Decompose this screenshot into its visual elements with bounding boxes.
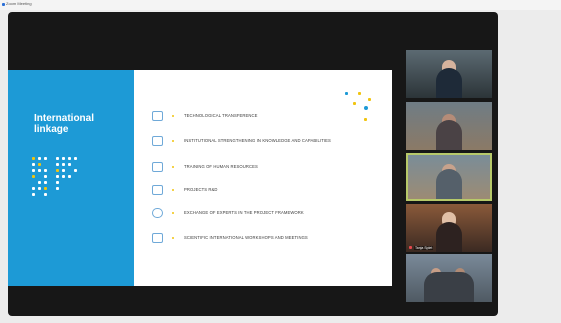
slide-item-label: INSTITUTIONAL STRENGTHENING IN KNOWLEDGE…	[184, 138, 331, 143]
bullet-icon	[172, 140, 174, 142]
chart-icon	[152, 185, 163, 195]
bullet-icon	[172, 212, 174, 214]
decor-dot	[364, 118, 367, 121]
decor-dot	[364, 106, 368, 110]
participant-video[interactable]	[406, 254, 492, 302]
slide-sidebar: International linkage	[8, 70, 134, 286]
slide-item-label: TRAINING OF HUMAN RESOURCES	[184, 164, 258, 169]
globe-icon	[152, 208, 163, 218]
participant-name: Tanja Splet	[414, 246, 434, 250]
zoom-logo-icon	[2, 3, 5, 6]
mic-muted-icon	[409, 246, 412, 249]
slide-item-label: PROJECTS R&D	[184, 187, 218, 192]
dot-pattern	[32, 157, 112, 221]
slide-item-label: EXCHANGE OF EXPERTS IN THE PROJECT FRAME…	[184, 210, 304, 215]
bullet-icon	[172, 166, 174, 168]
network-icon	[152, 111, 163, 121]
decor-dot	[358, 92, 361, 95]
building-icon	[152, 136, 163, 146]
slide-item-label: SCIENTIFIC INTERNATIONAL WORKSHOPS AND M…	[184, 235, 308, 240]
decor-dot	[345, 92, 348, 95]
slide-title: International linkage	[34, 113, 95, 135]
window-titlebar: Zoom Meeting	[0, 0, 561, 10]
decor-dot	[368, 98, 371, 101]
window-title: Zoom Meeting	[6, 1, 32, 6]
participant-video[interactable]	[406, 50, 492, 98]
bullet-icon	[172, 115, 174, 117]
meeting-window: International linkage TECHNOLOGICAL TRAN…	[8, 12, 498, 316]
participant-video[interactable]	[406, 102, 492, 150]
bullet-icon	[172, 237, 174, 239]
shared-slide: International linkage TECHNOLOGICAL TRAN…	[8, 70, 392, 286]
slide-item-label: TECHNOLOGICAL TRANSFERENCE	[184, 113, 258, 118]
bullet-icon	[172, 189, 174, 191]
decor-dot	[353, 102, 356, 105]
presentation-icon	[152, 162, 163, 172]
monitor-icon	[152, 233, 163, 243]
participant-video[interactable]: Tanja Splet	[406, 204, 492, 252]
participant-video-active-speaker[interactable]	[406, 153, 492, 201]
